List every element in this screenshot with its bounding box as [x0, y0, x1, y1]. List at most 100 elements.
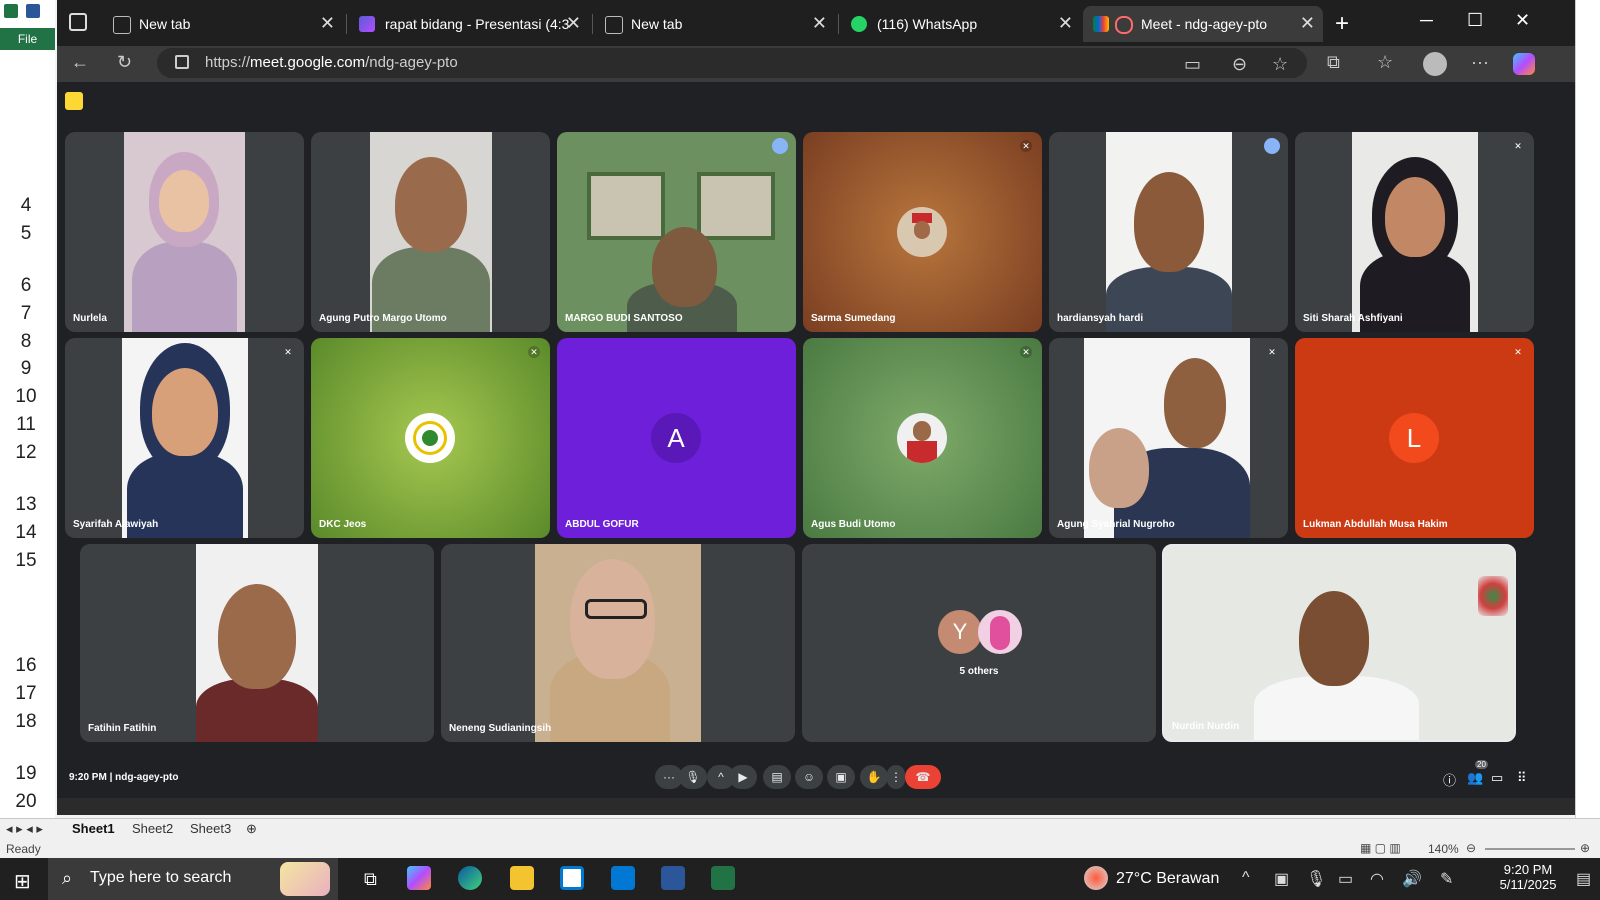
participant-tile[interactable]: Neneng Sudianingsih: [441, 544, 795, 742]
meeting-details-icon[interactable]: ⓘ: [1443, 770, 1456, 789]
camera-button[interactable]: ▶: [729, 765, 757, 789]
row-header[interactable]: 16: [0, 655, 52, 677]
tab-new-2[interactable]: New tab ✕: [595, 6, 835, 42]
row-header[interactable]: 15: [0, 550, 52, 572]
participant-tile[interactable]: Nurlela: [65, 132, 304, 332]
people-icon[interactable]: 👥: [1467, 770, 1483, 786]
row-header[interactable]: 6: [0, 275, 52, 297]
row-header[interactable]: 10: [0, 386, 52, 408]
sheet-nav-icon[interactable]: ◂ ▸ ◂ ▸: [6, 821, 43, 837]
more-icon[interactable]: ···: [1471, 52, 1489, 73]
close-icon[interactable]: ✕: [320, 13, 335, 34]
excel-app-icon[interactable]: [711, 866, 735, 890]
weather-icon[interactable]: [1084, 866, 1108, 890]
edge-app-icon[interactable]: [458, 866, 482, 890]
tab-actions-icon[interactable]: [69, 13, 87, 31]
pen-icon[interactable]: ✎: [1440, 869, 1453, 889]
favorites-icon[interactable]: ☆: [1377, 52, 1393, 73]
word-app-icon[interactable]: [661, 866, 685, 890]
weather-text[interactable]: 27°C Berawan: [1116, 870, 1219, 888]
favorite-star-icon[interactable]: ☆: [1272, 54, 1288, 75]
row-header[interactable]: 18: [0, 711, 52, 733]
row-header[interactable]: 5: [0, 223, 52, 245]
participant-tile[interactable]: ✕ Agus Budi Utomo: [803, 338, 1042, 538]
sheet-tab-3[interactable]: Sheet3: [190, 821, 231, 836]
captions-icon[interactable]: [65, 92, 83, 110]
participant-tile[interactable]: ✕ Siti Sharah Ashfiyani: [1295, 132, 1534, 332]
row-header[interactable]: 20: [0, 791, 52, 813]
row-header[interactable]: 17: [0, 683, 52, 705]
tab-rapat-bidang[interactable]: rapat bidang - Presentasi (4:3) - C ✕: [349, 6, 589, 42]
notifications-icon[interactable]: ▤: [1576, 869, 1591, 889]
row-header[interactable]: 12: [0, 442, 52, 464]
close-window-icon[interactable]: ✕: [1515, 10, 1530, 31]
url-text[interactable]: https://meet.google.com/ndg-agey-pto: [205, 54, 458, 71]
zoom-icon[interactable]: ⊖: [1232, 54, 1247, 75]
participant-tile[interactable]: Fatihin Fatihin: [80, 544, 434, 742]
chat-icon[interactable]: ▭: [1491, 770, 1503, 786]
row-header[interactable]: 4: [0, 195, 52, 217]
save-icon[interactable]: [26, 4, 40, 18]
refresh-icon[interactable]: ↻: [117, 52, 132, 73]
close-icon[interactable]: ✕: [812, 13, 827, 34]
battery-icon[interactable]: ▭: [1338, 869, 1353, 889]
row-header[interactable]: 11: [0, 414, 52, 436]
extensions-icon[interactable]: ⧉: [1327, 52, 1340, 73]
back-icon[interactable]: ←: [71, 52, 89, 73]
maximize-icon[interactable]: ☐: [1467, 10, 1483, 31]
row-header[interactable]: 8: [0, 331, 52, 353]
participant-tile[interactable]: L ✕ Lukman Abdullah Musa Hakim: [1295, 338, 1534, 538]
minimize-icon[interactable]: ─: [1420, 10, 1433, 31]
participant-tile[interactable]: hardiansyah hardi: [1049, 132, 1288, 332]
mic-tray-icon[interactable]: 🎙: [1306, 869, 1326, 889]
tab-new-1[interactable]: New tab ✕: [103, 6, 343, 42]
participant-tile[interactable]: Agung Putro Margo Utomo: [311, 132, 550, 332]
file-explorer-icon[interactable]: [510, 866, 534, 890]
close-icon[interactable]: ✕: [1300, 13, 1315, 34]
more-options-button[interactable]: ⋮: [887, 765, 905, 789]
participant-tile[interactable]: ✕ DKC Jeos: [311, 338, 550, 538]
excel-scrollbar[interactable]: [1575, 0, 1600, 848]
row-header[interactable]: 13: [0, 494, 52, 516]
wifi-icon[interactable]: ◠: [1370, 869, 1384, 889]
meet-now-icon[interactable]: ▣: [1274, 869, 1289, 889]
show-hidden-icons-icon[interactable]: ^: [1242, 869, 1250, 887]
end-call-button[interactable]: ☎: [905, 765, 941, 789]
raise-hand-button[interactable]: ✋: [860, 765, 888, 789]
sheet-tab-2[interactable]: Sheet2: [132, 821, 173, 836]
others-tile[interactable]: Y 5 others: [802, 544, 1156, 742]
activities-icon[interactable]: ⠿: [1517, 770, 1527, 786]
taskbar-clock[interactable]: 9:20 PM 5/11/2025: [1488, 862, 1568, 892]
address-bar[interactable]: https://meet.google.com/ndg-agey-pto ▭ ⊖…: [157, 48, 1307, 78]
participant-tile[interactable]: ✕ Syarifah Alawiyah: [65, 338, 304, 538]
taskbar-search[interactable]: ⌕ Type here to search: [48, 858, 338, 900]
participant-tile[interactable]: MARGO BUDI SANTOSO: [557, 132, 796, 332]
search-placeholder[interactable]: Type here to search: [90, 869, 231, 887]
outlook-app-icon[interactable]: [611, 866, 635, 890]
self-view-tile[interactable]: Nurdin Nurdin: [1162, 544, 1516, 742]
zoom-slider[interactable]: [1485, 848, 1575, 850]
zoom-level[interactable]: 140%: [1428, 842, 1459, 856]
file-menu[interactable]: File: [0, 28, 55, 50]
zoom-in-icon[interactable]: ⊕: [1580, 841, 1590, 855]
close-icon[interactable]: ✕: [566, 13, 581, 34]
participant-tile[interactable]: A ABDUL GOFUR: [557, 338, 796, 538]
participant-tile[interactable]: ✕ Sarma Sumedang: [803, 132, 1042, 332]
row-header[interactable]: 14: [0, 522, 52, 544]
row-header[interactable]: 19: [0, 763, 52, 785]
windows-start-icon[interactable]: ⊞: [14, 869, 31, 894]
store-app-icon[interactable]: [560, 866, 584, 890]
add-sheet-icon[interactable]: ⊕: [246, 821, 257, 837]
reactions-button[interactable]: ☺: [795, 765, 823, 789]
camera-indicator-icon[interactable]: ▭: [1184, 54, 1201, 75]
tab-meet[interactable]: Meet - ndg-agey-pto ✕: [1083, 6, 1323, 42]
volume-icon[interactable]: 🔊: [1402, 869, 1422, 889]
view-icons[interactable]: ▦ ▢ ▥: [1360, 841, 1401, 855]
zoom-out-icon[interactable]: ⊖: [1466, 841, 1476, 855]
copilot-icon[interactable]: [1513, 53, 1535, 75]
sheet-tab-1[interactable]: Sheet1: [72, 821, 115, 836]
copilot-app-icon[interactable]: [407, 866, 431, 890]
microphone-button[interactable]: 🎙: [679, 765, 707, 789]
new-tab-button[interactable]: +: [1335, 10, 1349, 38]
participant-tile[interactable]: ✕ Agung Syahrial Nugroho: [1049, 338, 1288, 538]
